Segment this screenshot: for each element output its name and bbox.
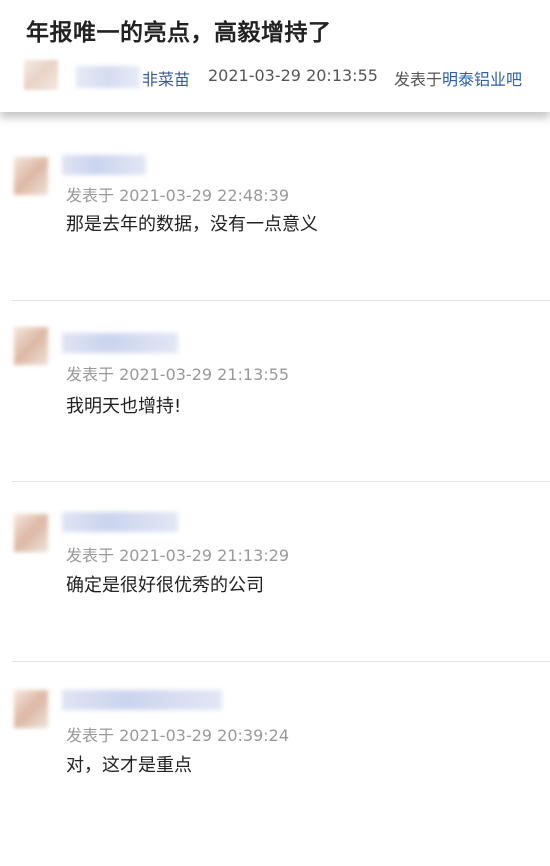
comment-text: 确定是很好很优秀的公司 [66, 575, 264, 596]
divider [12, 300, 550, 301]
comment-timestamp: 发表于 2021-03-29 20:39:24 [66, 726, 290, 745]
comment-item: 发表于 2021-03-29 22:48:39 那是去年的数据，没有一点意义 [0, 150, 550, 330]
author-name-redacted [76, 66, 140, 88]
commenter-name-redacted[interactable] [62, 512, 178, 532]
posted-in-label: 发表于 [394, 70, 443, 89]
commenter-avatar[interactable] [14, 157, 48, 195]
comment-timestamp: 发表于 2021-03-29 22:48:39 [66, 186, 290, 205]
author-avatar[interactable] [24, 60, 58, 90]
commenter-name-redacted[interactable] [62, 690, 222, 710]
commenter-name-redacted[interactable] [62, 155, 146, 175]
comment-text: 那是去年的数据，没有一点意义 [66, 214, 318, 235]
comment-item: 发表于 2021-03-29 21:13:29 确定是很好很优秀的公司 [0, 510, 550, 690]
commenter-avatar[interactable] [14, 514, 48, 552]
comment-timestamp: 发表于 2021-03-29 21:13:55 [66, 365, 290, 384]
author-name[interactable]: 非菜苗 [142, 66, 190, 90]
post-timestamp: 2021-03-29 20:13:55 [208, 66, 378, 85]
comment-item: 发表于 2021-03-29 21:13:55 我明天也增持! [0, 325, 550, 505]
comment-text: 对，这才是重点 [66, 755, 192, 776]
post-header: 年报唯一的亮点，高毅增持了 非菜苗 2021-03-29 20:13:55 发表… [0, 0, 550, 112]
divider [12, 661, 550, 662]
commenter-name-redacted[interactable] [62, 333, 178, 353]
comment-item: 发表于 2021-03-29 20:39:24 对，这才是重点 [0, 686, 550, 866]
commenter-avatar[interactable] [14, 690, 48, 728]
commenter-avatar[interactable] [14, 327, 48, 365]
post-title: 年报唯一的亮点，高毅增持了 [26, 20, 332, 46]
post-meta: 非菜苗 2021-03-29 20:13:55 发表于明泰铝业吧 [24, 60, 544, 92]
comment-timestamp: 发表于 2021-03-29 21:13:29 [66, 546, 290, 565]
posted-in: 发表于明泰铝业吧 [394, 66, 522, 90]
comment-text: 我明天也增持! [66, 396, 182, 417]
divider [12, 481, 550, 482]
forum-link[interactable]: 明泰铝业吧 [442, 70, 522, 89]
